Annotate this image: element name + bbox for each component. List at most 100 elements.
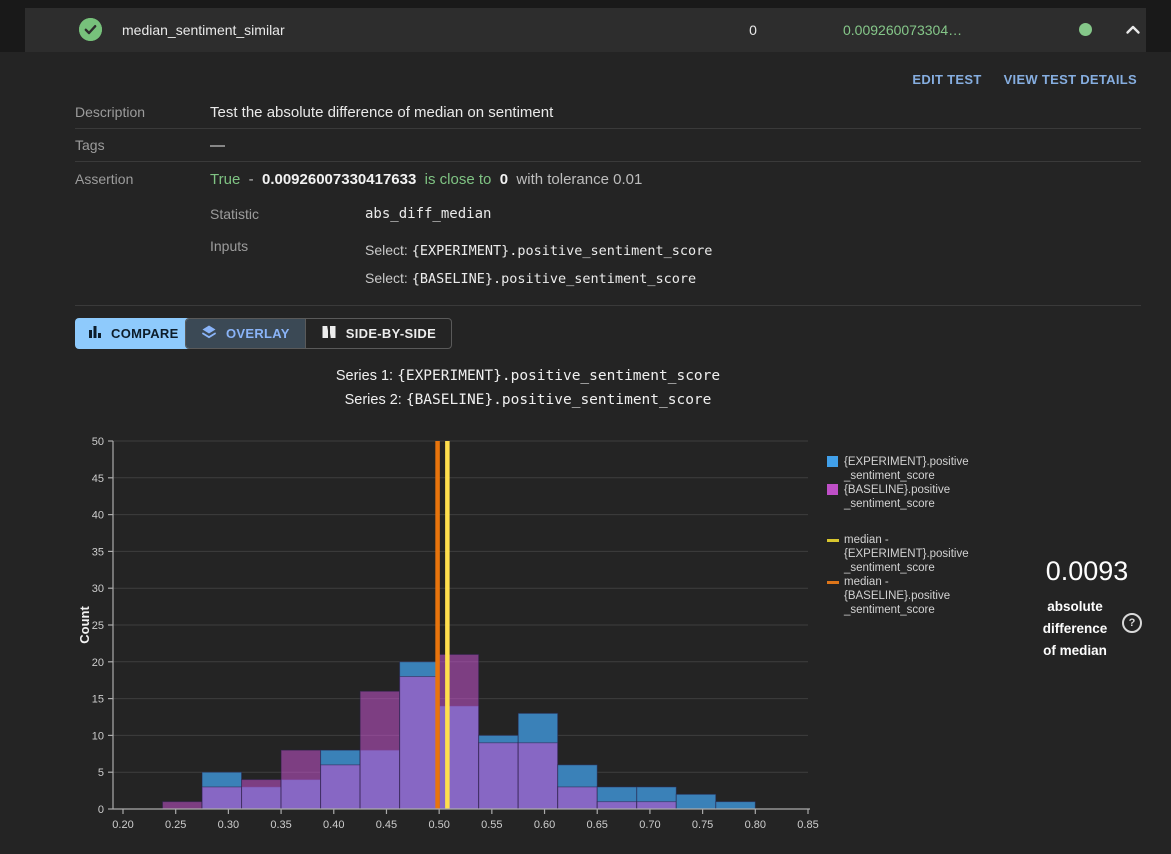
y-tick-label: 45 bbox=[92, 473, 104, 485]
assertion-value: True - 0.00926007330417633 is close to 0… bbox=[210, 171, 642, 188]
edit-test-button[interactable]: EDIT TEST bbox=[912, 72, 981, 87]
overlay-label: OVERLAY bbox=[226, 326, 290, 341]
side-by-side-toggle[interactable]: SIDE-BY-SIDE bbox=[306, 319, 451, 348]
baseline-bar bbox=[558, 787, 598, 809]
x-tick-label: 0.25 bbox=[165, 819, 186, 831]
legend-item-label: median -{BASELINE}.positive_sentiment_sc… bbox=[844, 575, 950, 617]
input-line-2: Select: {BASELINE}.positive_sentiment_sc… bbox=[365, 270, 696, 288]
result-value: 0.009260073304… bbox=[843, 8, 962, 52]
y-tick-label: 40 bbox=[92, 510, 104, 522]
baseline-bar bbox=[518, 743, 558, 809]
metric-value: 0.0093 bbox=[1012, 556, 1162, 587]
description-value: Test the absolute difference of median o… bbox=[210, 104, 553, 121]
compare-button[interactable]: COMPARE bbox=[75, 318, 192, 349]
y-tick-label: 15 bbox=[92, 694, 104, 706]
baseline-bar bbox=[360, 691, 400, 809]
baseline-bar bbox=[400, 677, 440, 809]
section-divider bbox=[75, 305, 1141, 306]
description-label: Description bbox=[75, 104, 210, 120]
metric-label: absolute difference of median bbox=[1012, 596, 1138, 662]
legend-item[interactable]: {EXPERIMENT}.positive_sentiment_score bbox=[827, 455, 1005, 483]
legend-item[interactable]: {BASELINE}.positive_sentiment_score bbox=[827, 483, 1005, 511]
baseline-bar bbox=[321, 765, 361, 809]
tags-label: Tags bbox=[75, 137, 210, 153]
test-actions: EDIT TEST VIEW TEST DETAILS bbox=[912, 72, 1137, 87]
median-line bbox=[445, 441, 450, 809]
x-tick-label: 0.70 bbox=[639, 819, 660, 831]
median-line bbox=[435, 441, 440, 809]
baseline-bar bbox=[242, 780, 282, 809]
statistic-label: Statistic bbox=[210, 206, 259, 222]
legend-item-label: {EXPERIMENT}.positive_sentiment_score bbox=[844, 455, 969, 483]
side-by-side-label: SIDE-BY-SIDE bbox=[346, 326, 436, 341]
legend-item[interactable]: median -{BASELINE}.positive_sentiment_sc… bbox=[827, 575, 1005, 617]
assertion-actual: 0.00926007330417633 bbox=[262, 171, 416, 188]
legend-line-swatch bbox=[827, 533, 844, 575]
baseline-bar bbox=[281, 750, 321, 809]
compare-label: COMPARE bbox=[111, 326, 179, 341]
view-toggle-group: OVERLAY SIDE-BY-SIDE bbox=[185, 318, 452, 349]
status-dot bbox=[1079, 23, 1092, 36]
side-by-side-icon bbox=[321, 324, 337, 343]
baseline-bar bbox=[597, 802, 637, 809]
assertion-result: True bbox=[210, 171, 240, 188]
y-tick-label: 0 bbox=[98, 804, 104, 816]
collapse-chevron-icon[interactable] bbox=[1122, 19, 1144, 41]
description-row: Description Test the absolute difference… bbox=[75, 96, 1141, 129]
y-tick-label: 20 bbox=[92, 657, 104, 669]
view-test-details-button[interactable]: VIEW TEST DETAILS bbox=[1004, 72, 1137, 87]
x-tick-label: 0.20 bbox=[112, 819, 133, 831]
baseline-bar bbox=[637, 802, 677, 809]
test-accordion-header[interactable]: median_sentiment_similar 0 0.00926007330… bbox=[25, 8, 1146, 52]
legend-item-label: median -{EXPERIMENT}.positive_sentiment_… bbox=[844, 533, 969, 575]
statistic-value: abs_diff_median bbox=[365, 206, 491, 222]
x-tick-label: 0.85 bbox=[797, 819, 818, 831]
legend-item-label: {BASELINE}.positive_sentiment_score bbox=[844, 483, 950, 511]
x-tick-label: 0.40 bbox=[323, 819, 344, 831]
status-check-icon bbox=[79, 18, 102, 41]
x-tick-label: 0.45 bbox=[376, 819, 397, 831]
x-tick-label: 0.35 bbox=[270, 819, 291, 831]
histogram-svg: 051015202530354045500.200.250.300.350.40… bbox=[75, 430, 820, 842]
assertion-tolerance: with tolerance 0.01 bbox=[516, 171, 642, 188]
overlay-toggle[interactable]: OVERLAY bbox=[186, 319, 306, 348]
y-tick-label: 5 bbox=[98, 767, 104, 779]
help-icon[interactable]: ? bbox=[1122, 613, 1142, 633]
assertion-label: Assertion bbox=[75, 171, 210, 187]
legend-line-swatch bbox=[827, 575, 844, 617]
input-line-1: Select: {EXPERIMENT}.positive_sentiment_… bbox=[365, 242, 712, 260]
overlay-histogram-chart: 051015202530354045500.200.250.300.350.40… bbox=[75, 430, 820, 842]
baseline-bar bbox=[479, 743, 519, 809]
chart-series-1-title: Series 1: {EXPERIMENT}.positive_sentimen… bbox=[0, 368, 1056, 384]
experiment-bar bbox=[676, 794, 716, 809]
y-tick-label: 25 bbox=[92, 620, 104, 632]
legend-square-swatch bbox=[827, 455, 844, 483]
x-tick-label: 0.80 bbox=[745, 819, 766, 831]
x-tick-label: 0.65 bbox=[587, 819, 608, 831]
layers-icon bbox=[201, 324, 217, 343]
x-tick-label: 0.55 bbox=[481, 819, 502, 831]
legend-square-swatch bbox=[827, 483, 844, 511]
x-tick-label: 0.75 bbox=[692, 819, 713, 831]
tags-row: Tags — bbox=[75, 129, 1141, 162]
assertion-expected: 0 bbox=[500, 171, 508, 188]
tags-value: — bbox=[210, 137, 225, 154]
bar-chart-icon bbox=[88, 325, 102, 342]
y-tick-label: 30 bbox=[92, 583, 104, 595]
test-name: median_sentiment_similar bbox=[122, 8, 285, 52]
metric-panel: 0.0093 absolute difference of median ? bbox=[1012, 556, 1162, 662]
x-tick-label: 0.30 bbox=[218, 819, 239, 831]
chart-series-2-title: Series 2: {BASELINE}.positive_sentiment_… bbox=[0, 392, 1056, 408]
chart-legend: {EXPERIMENT}.positive_sentiment_score{BA… bbox=[827, 455, 1005, 617]
legend-item[interactable]: median -{EXPERIMENT}.positive_sentiment_… bbox=[827, 533, 1005, 575]
y-tick-label: 50 bbox=[92, 436, 104, 448]
experiment-bar bbox=[716, 802, 756, 809]
y-axis-label: Count bbox=[77, 606, 92, 644]
assertion-relation: is close to bbox=[425, 171, 492, 188]
baseline-bar bbox=[439, 654, 479, 809]
x-tick-label: 0.60 bbox=[534, 819, 555, 831]
baseline-bar bbox=[202, 787, 242, 809]
test-result-page: median_sentiment_similar 0 0.00926007330… bbox=[0, 0, 1171, 854]
y-tick-label: 10 bbox=[92, 730, 104, 742]
inputs-label: Inputs bbox=[210, 238, 248, 254]
